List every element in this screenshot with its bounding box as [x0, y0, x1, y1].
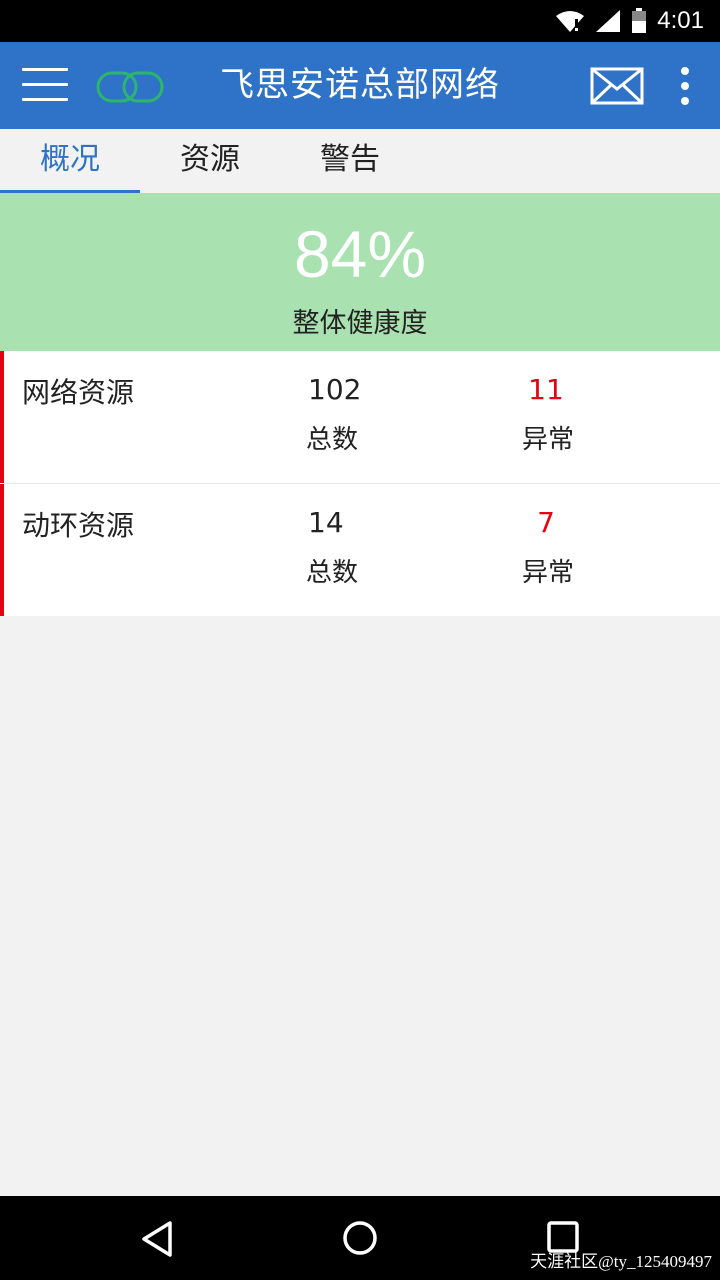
tab-bar: 概况 资源 警告: [0, 129, 720, 193]
resource-abnormal-value: 11: [528, 373, 564, 406]
home-icon[interactable]: [340, 1218, 380, 1258]
health-percentage: 84%: [293, 217, 427, 291]
resource-total-label: 总数: [306, 558, 359, 588]
resource-row-network[interactable]: 网络资源 102 总数 11 异常: [0, 351, 720, 483]
tab-alerts[interactable]: 警告: [280, 129, 420, 193]
battery-icon: [632, 8, 647, 33]
resource-total-value: 14: [308, 506, 344, 539]
tab-overview[interactable]: 概况: [0, 129, 140, 193]
resource-abnormal-label: 异常: [522, 558, 575, 588]
health-panel: 84% 整体健康度: [0, 193, 720, 351]
tab-resources[interactable]: 资源: [140, 129, 280, 193]
resource-abnormal-label: 异常: [522, 425, 575, 455]
status-time: 4:01: [657, 7, 704, 34]
status-bar: 4:01: [0, 0, 720, 42]
resource-total-value: 102: [308, 373, 362, 406]
app-bar: 飞思安诺总部网络: [0, 42, 720, 129]
logo-icon: [96, 71, 164, 103]
navigation-bar: 天涯社区@ty_125409497: [0, 1196, 720, 1280]
wifi-icon: [556, 11, 585, 32]
health-label: 整体健康度: [292, 308, 428, 339]
resource-total-label: 总数: [306, 425, 359, 455]
signal-icon: [596, 10, 621, 32]
status-icons: 4:01: [555, 0, 704, 42]
back-icon[interactable]: [140, 1220, 176, 1258]
resource-name: 网络资源: [22, 376, 135, 409]
watermark-text: 天涯社区@ty_125409497: [530, 1252, 712, 1271]
mail-icon[interactable]: [590, 67, 644, 105]
resource-abnormal-value: 7: [537, 506, 555, 539]
menu-icon[interactable]: [22, 66, 68, 106]
resource-name: 动环资源: [22, 509, 135, 542]
resource-row-power-env[interactable]: 动环资源 14 总数 7 异常: [0, 484, 720, 616]
more-vert-icon[interactable]: [677, 67, 693, 107]
app-title: 飞思安诺总部网络: [220, 65, 500, 105]
